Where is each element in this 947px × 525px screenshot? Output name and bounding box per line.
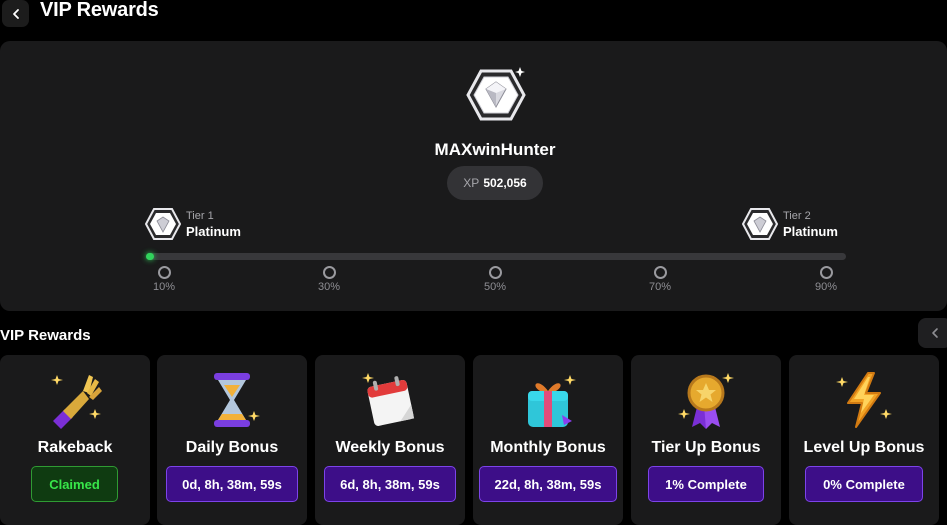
reward-card-level-up-bonus[interactable]: Level Up Bonus 0% Complete — [789, 355, 939, 525]
tier-1-name: Platinum — [186, 224, 241, 239]
current-tier: Tier 1 Platinum — [145, 207, 241, 241]
milestone-label: 90% — [814, 281, 838, 293]
page-header: VIP Rewards — [0, 0, 947, 36]
tier-1-label: Tier 1 — [186, 210, 214, 222]
reward-progress[interactable]: 1% Complete — [648, 466, 764, 502]
next-tier: Tier 2 Platinum — [742, 207, 838, 241]
reward-progress[interactable]: 0% Complete — [805, 466, 923, 502]
milestone-label: 30% — [317, 281, 341, 293]
reward-title: Level Up Bonus — [803, 439, 925, 456]
milestone-marker: 70% — [640, 266, 680, 293]
milestone-marker: 30% — [309, 266, 349, 293]
reward-timer[interactable]: 0d, 8h, 38m, 59s — [166, 466, 298, 502]
scroll-left-button[interactable] — [918, 318, 947, 348]
milestone-label: 10% — [152, 281, 176, 293]
milestone-dot — [488, 266, 502, 279]
chevron-left-icon — [12, 8, 19, 19]
username: MAXwinHunter — [434, 140, 556, 159]
xp-badge: XP 502,056 — [447, 166, 543, 200]
reward-status-claimed[interactable]: Claimed — [31, 466, 118, 502]
reward-card-daily-bonus[interactable]: Daily Bonus 0d, 8h, 38m, 59s — [157, 355, 307, 525]
vip-status-panel: MAXwinHunter XP 502,056 Tier 1 Platinum … — [0, 41, 947, 311]
reward-title: Tier Up Bonus — [651, 439, 761, 456]
reward-card-rakeback[interactable]: Rakeback Claimed — [0, 355, 150, 525]
milestone-label: 70% — [648, 281, 672, 293]
reward-card-monthly-bonus[interactable]: Monthly Bonus 22d, 8h, 38m, 59s — [473, 355, 623, 525]
reward-title: Rakeback — [37, 439, 113, 456]
milestone-marker: 50% — [475, 266, 515, 293]
tier-progress-fill — [146, 253, 154, 260]
xp-value: 502,056 — [483, 176, 527, 190]
milestone-label: 50% — [483, 281, 507, 293]
milestone-marker: 10% — [144, 266, 184, 293]
platinum-tier-icon — [145, 208, 181, 240]
hourglass-icon — [214, 373, 260, 427]
reward-timer[interactable]: 22d, 8h, 38m, 59s — [479, 466, 617, 502]
reward-card-tier-up-bonus[interactable]: Tier Up Bonus 1% Complete — [631, 355, 781, 525]
rakeback-hand-icon — [51, 375, 102, 429]
tier-2-name: Platinum — [783, 224, 838, 239]
reward-title: Weekly Bonus — [335, 439, 445, 456]
calendar-icon — [362, 373, 415, 426]
platinum-tier-icon — [742, 208, 778, 240]
reward-timer[interactable]: 6d, 8h, 38m, 59s — [324, 466, 456, 502]
gift-icon — [528, 375, 576, 427]
reward-card-weekly-bonus[interactable]: Weekly Bonus 6d, 8h, 38m, 59s — [315, 355, 465, 525]
back-button[interactable] — [2, 0, 29, 27]
reward-title: Monthly Bonus — [490, 439, 606, 456]
chevron-left-icon — [932, 328, 938, 338]
tier-progress-bar — [146, 253, 846, 260]
medal-icon — [678, 373, 734, 429]
milestone-dot — [322, 266, 336, 279]
rewards-list: Rakeback Claimed Daily Bonus 0d, 8h, 38m… — [0, 355, 947, 525]
tier-2-label: Tier 2 — [783, 210, 811, 222]
reward-title: Daily Bonus — [185, 439, 279, 456]
milestone-marker: 90% — [806, 266, 846, 293]
milestone-dot — [157, 266, 171, 279]
milestone-dot — [653, 266, 667, 279]
lightning-icon — [836, 372, 892, 428]
platinum-badge-icon — [466, 67, 526, 121]
rewards-section-title: VIP Rewards — [0, 327, 91, 344]
milestone-dot — [819, 266, 833, 279]
xp-label: XP — [463, 176, 480, 190]
page-title: VIP Rewards — [40, 0, 159, 21]
